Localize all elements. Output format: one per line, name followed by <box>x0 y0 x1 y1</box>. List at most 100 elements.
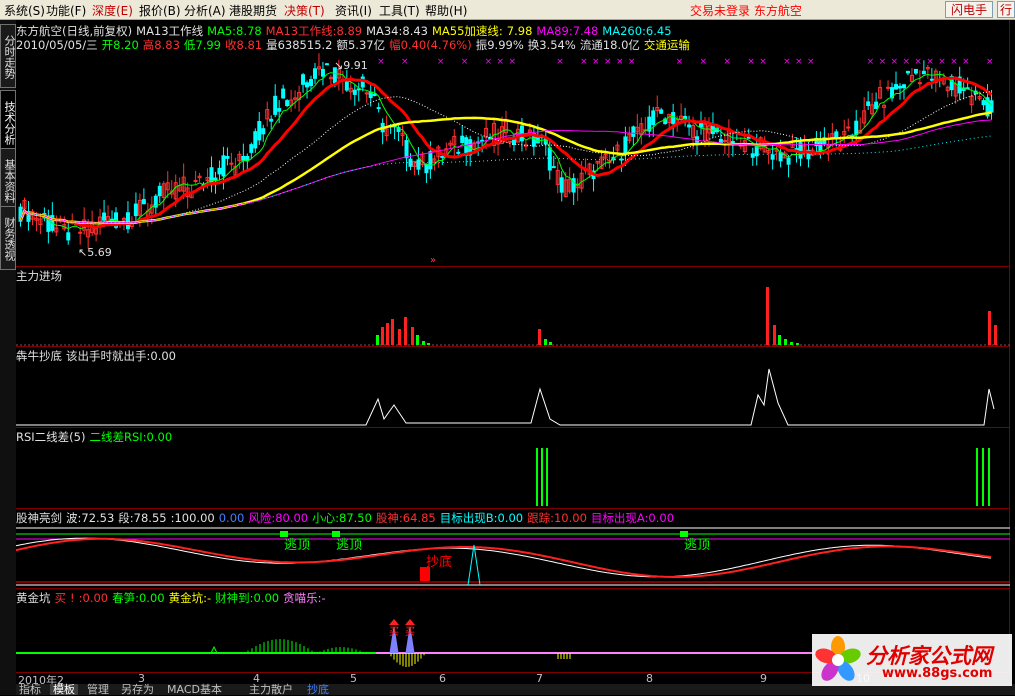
menu-item-3[interactable]: 报价(B) <box>139 2 181 19</box>
signal-marker: × <box>950 57 958 67</box>
candle-body <box>305 82 310 88</box>
indicator-tab-3[interactable]: 另存为 <box>118 684 157 695</box>
rsi-chart[interactable] <box>16 428 1010 509</box>
candle-body <box>619 158 624 161</box>
menu-item-5[interactable]: 港股期货 <box>229 2 277 19</box>
candle-body <box>440 155 445 158</box>
signal-marker: × <box>962 57 970 67</box>
candle-body <box>225 156 230 159</box>
candle-body <box>507 140 512 143</box>
candle-body <box>547 147 552 171</box>
candle-body <box>886 86 891 89</box>
escape-marker <box>280 531 288 537</box>
volume-bar <box>381 327 384 345</box>
signal-marker: × <box>879 57 887 67</box>
candle-body <box>253 131 258 149</box>
volume-bar <box>404 317 407 345</box>
candle-body <box>631 126 636 137</box>
trade-button[interactable]: 行 <box>997 1 1015 18</box>
indicator-tab-5[interactable]: 主力散户 <box>246 684 296 695</box>
tab-technical-analysis[interactable]: 技术分析 <box>0 90 16 154</box>
candle-body <box>854 120 859 136</box>
tab-basic-info[interactable]: 基本资料 <box>0 148 16 212</box>
indicator-tab-6[interactable]: 抄底 <box>304 684 332 695</box>
candle-body <box>221 155 226 177</box>
indicator-tab-4[interactable]: MACD基本 <box>164 684 225 695</box>
volume-bar <box>766 287 769 345</box>
menu-item-6[interactable]: 决策(T) <box>284 2 325 19</box>
menu-item-2[interactable]: 深度(E) <box>92 2 133 19</box>
kline-chart[interactable]: × × × × × × × × × × × × × × × × × × × × × × × × × × × × × × ×↘9.91↖5.6… <box>16 20 1010 266</box>
signal-marker: × <box>377 57 385 67</box>
stock-god-chart[interactable]: 逃顶 逃顶 逃顶抄底 <box>16 509 1010 589</box>
menu-item-1[interactable]: 功能(F) <box>46 2 86 19</box>
volume-bar <box>988 311 991 345</box>
escape-label: 逃顶 <box>284 538 310 553</box>
candle-body <box>133 203 138 217</box>
candle-body <box>364 92 369 95</box>
signal-marker: × <box>616 57 624 67</box>
rsi-panel[interactable]: RSI二线差(5) 二线差RSI:0.00 <box>16 427 1010 508</box>
indicator-tab-2[interactable]: 管理 <box>84 684 112 695</box>
candle-body <box>929 78 934 81</box>
signal-marker: × <box>783 57 791 67</box>
candle-body <box>368 91 373 99</box>
candle-body <box>687 124 692 128</box>
tab-financial[interactable]: 财务透视 <box>0 206 16 270</box>
candle-body <box>623 136 628 154</box>
candle-body <box>981 100 986 106</box>
bull-bottom-chart[interactable] <box>16 347 1010 428</box>
flower-logo-icon <box>815 636 861 681</box>
candle-body <box>277 108 282 112</box>
candle-body <box>404 140 409 159</box>
signal-marker: × <box>676 57 684 67</box>
candle-body <box>301 74 306 85</box>
volume-bar <box>790 342 793 345</box>
kline-panel[interactable]: 东方航空(日线,前复权) MA13工作线 MA5:8.78 MA13工作线:8.89 M… <box>16 20 1010 266</box>
menu-item-7[interactable]: 资讯(I) <box>335 2 372 19</box>
signal-marker: × <box>508 57 516 67</box>
candle-body <box>798 142 803 159</box>
menu-item-9[interactable]: 帮助(H) <box>425 2 467 19</box>
candle-body <box>193 180 198 183</box>
side-tabs: 分时走势 技术分析 基本资料 财务透视 <box>0 20 16 695</box>
bull-bottom-panel[interactable]: 犇牛抄底 该出手时就出手:0.00 <box>16 346 1010 427</box>
volume-bar <box>376 335 379 345</box>
signal-marker: × <box>938 57 946 67</box>
volume-bar <box>411 327 414 345</box>
signal-marker: × <box>628 57 636 67</box>
volume-bar <box>422 341 425 345</box>
stock-god-panel[interactable]: 股神亮剑 波:72.53 段:78.55:100.00 0.00 风险:80.00 小心:… <box>16 508 1010 588</box>
signal-marker: × <box>592 57 600 67</box>
candle-body <box>217 167 222 175</box>
indicator-tab-0[interactable]: 指标 <box>16 684 44 695</box>
candle-body <box>141 199 146 205</box>
candle-body <box>376 107 381 110</box>
candle-body <box>905 70 910 74</box>
high-price-label: ↘9.91 <box>334 59 368 72</box>
menu-item-0[interactable]: 系统(S) <box>4 2 45 19</box>
main-force-panel[interactable]: 主力进场 <box>16 266 1010 346</box>
menu-item-8[interactable]: 工具(T) <box>379 2 420 19</box>
candle-body <box>241 155 246 161</box>
candle-body <box>273 95 278 115</box>
candle-body <box>372 93 377 96</box>
tab-intraday[interactable]: 分时走势 <box>0 24 16 88</box>
flash-trade-button[interactable]: 闪电手 <box>945 1 993 18</box>
volume-bar <box>784 339 787 345</box>
escape-label: 逃顶 <box>684 538 710 553</box>
candle-body <box>125 212 130 230</box>
menu-item-4[interactable]: 分析(A) <box>184 2 226 19</box>
main-force-chart[interactable] <box>16 267 1010 347</box>
volume-bar <box>391 319 394 345</box>
indicator-tab-1[interactable]: 模板 <box>50 684 78 695</box>
signal-marker: × <box>485 57 493 67</box>
signal-marker: × <box>795 57 803 67</box>
buy-arrow-icon <box>405 619 415 625</box>
candle-body <box>786 157 791 165</box>
signal-marker: × <box>867 57 875 67</box>
candle-body <box>695 136 700 143</box>
candle-body <box>428 151 433 170</box>
candle-body <box>249 144 254 153</box>
scroll-marker: » <box>430 255 436 266</box>
